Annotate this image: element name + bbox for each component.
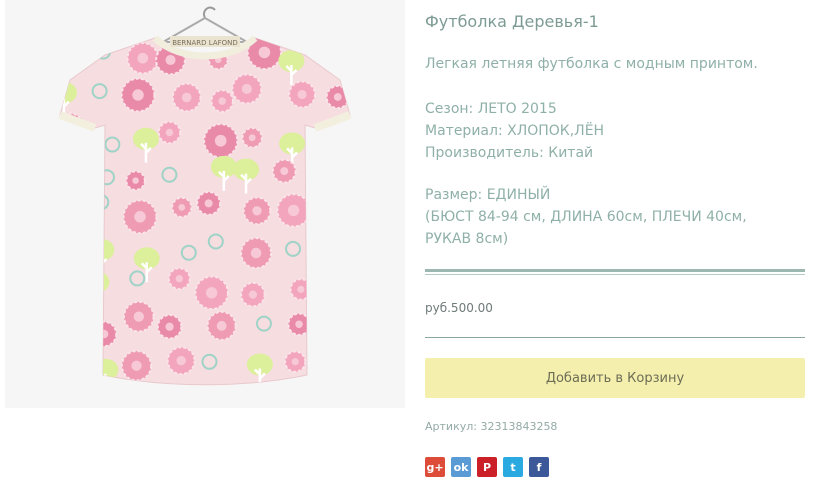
- flower-center: [287, 204, 300, 217]
- flower-center: [250, 247, 262, 259]
- tree-trunk: [320, 290, 332, 311]
- size-line-1: Размер: ЕДИНЫЙ: [425, 187, 551, 203]
- flower-shape: [60, 349, 72, 373]
- facebook-icon[interactable]: f: [529, 457, 549, 477]
- flower-center: [248, 134, 256, 142]
- flower-center: [60, 311, 67, 322]
- size-info: Размер: ЕДИНЫЙ (БЮСТ 84-94 см, ДЛИНА 60с…: [425, 184, 805, 250]
- tree-crown: [83, 271, 110, 294]
- spec-manufacturer: Производитель: Китай: [425, 145, 594, 161]
- flower-center: [69, 165, 77, 173]
- flower-center: [178, 203, 186, 211]
- flower-center: [175, 275, 183, 283]
- flower-center: [218, 97, 226, 105]
- flower-center: [165, 322, 174, 331]
- flower-center: [214, 134, 227, 147]
- size-line-2: (БЮСТ 84-94 см, ДЛИНА 60см, ПЛЕЧИ 40см,: [425, 209, 747, 225]
- flower-center: [181, 92, 192, 103]
- flower-center: [137, 52, 149, 64]
- flower-center: [330, 236, 340, 246]
- flower-center: [333, 93, 342, 101]
- flower-center: [280, 167, 289, 176]
- product-specs: Сезон: ЛЕТО 2015 Материал: ХЛОПОК,ЛЁН Пр…: [425, 98, 604, 164]
- flower-shape: [308, 152, 339, 183]
- spec-material: Материал: ХЛОПОК,ЛЁН: [425, 123, 605, 139]
- odnoklassniki-icon[interactable]: ok: [451, 457, 471, 477]
- flower-center: [204, 199, 213, 208]
- flower-shape: [60, 300, 78, 333]
- flower-center: [134, 211, 146, 223]
- flower-center: [252, 206, 262, 216]
- tree-crown: [88, 238, 115, 261]
- hanger-hook: [203, 6, 216, 19]
- tshirt-illustration: BERNARD LAFOND: [58, 6, 352, 386]
- flower-center: [60, 357, 65, 365]
- flower-center: [297, 285, 305, 293]
- flower-center: [132, 177, 139, 184]
- product-title: Футболка Деревья-1: [425, 12, 599, 31]
- flower-shape: [321, 227, 350, 255]
- flower-center: [165, 128, 174, 137]
- tree-trunk: [90, 286, 103, 307]
- flower-center: [205, 287, 218, 299]
- flower-center: [216, 320, 227, 331]
- twitter-icon[interactable]: t: [503, 457, 523, 477]
- divider: [425, 269, 805, 272]
- add-to-cart-button[interactable]: Добавить в Корзину: [425, 358, 805, 398]
- flower-center: [297, 89, 307, 100]
- flower-center: [318, 162, 329, 173]
- flower-center: [176, 355, 186, 366]
- spec-season: Сезон: ЛЕТО 2015: [425, 101, 557, 117]
- flower-center: [99, 329, 109, 339]
- tree-trunk: [60, 208, 69, 229]
- size-line-3: РУКАВ 8см): [425, 231, 509, 247]
- product-sku: Артикул: 32313843258: [425, 420, 558, 433]
- divider: [425, 337, 805, 338]
- tree-trunk: [62, 285, 75, 306]
- flower-shape: [60, 49, 77, 74]
- product-price: руб.500.00: [425, 301, 493, 315]
- flower-center: [131, 360, 142, 371]
- flower-center: [291, 358, 299, 366]
- flower-center: [165, 54, 176, 66]
- tree-trunk: [99, 373, 112, 385]
- google-plus-icon[interactable]: g+: [425, 457, 445, 477]
- small-motif: [318, 45, 335, 62]
- flower-center: [60, 57, 69, 66]
- tree-crown: [313, 275, 340, 298]
- flower-center: [64, 123, 76, 134]
- product-image[interactable]: BERNARD LAFOND: [5, 0, 405, 408]
- small-motif: [327, 319, 344, 336]
- divider: [425, 274, 805, 275]
- tree-crown: [317, 209, 344, 232]
- flower-center: [295, 320, 303, 328]
- tree-crown: [60, 270, 82, 293]
- pinterest-icon[interactable]: P: [477, 457, 497, 477]
- flower-center: [132, 89, 144, 101]
- flower-shape: [61, 158, 85, 181]
- flower-center: [248, 290, 258, 299]
- tree-trunk: [325, 224, 337, 245]
- tree-crown: [60, 193, 77, 216]
- brand-label-text: BERNARD LAFOND: [172, 39, 238, 47]
- small-motif: [60, 251, 73, 268]
- share-buttons: g+ ok P t f: [425, 457, 549, 477]
- product-description: Легкая летняя футболка с модным принтом.: [425, 56, 758, 72]
- flower-center: [133, 311, 144, 322]
- flower-center: [258, 46, 271, 59]
- small-motif: [331, 361, 348, 378]
- flower-center: [241, 83, 252, 95]
